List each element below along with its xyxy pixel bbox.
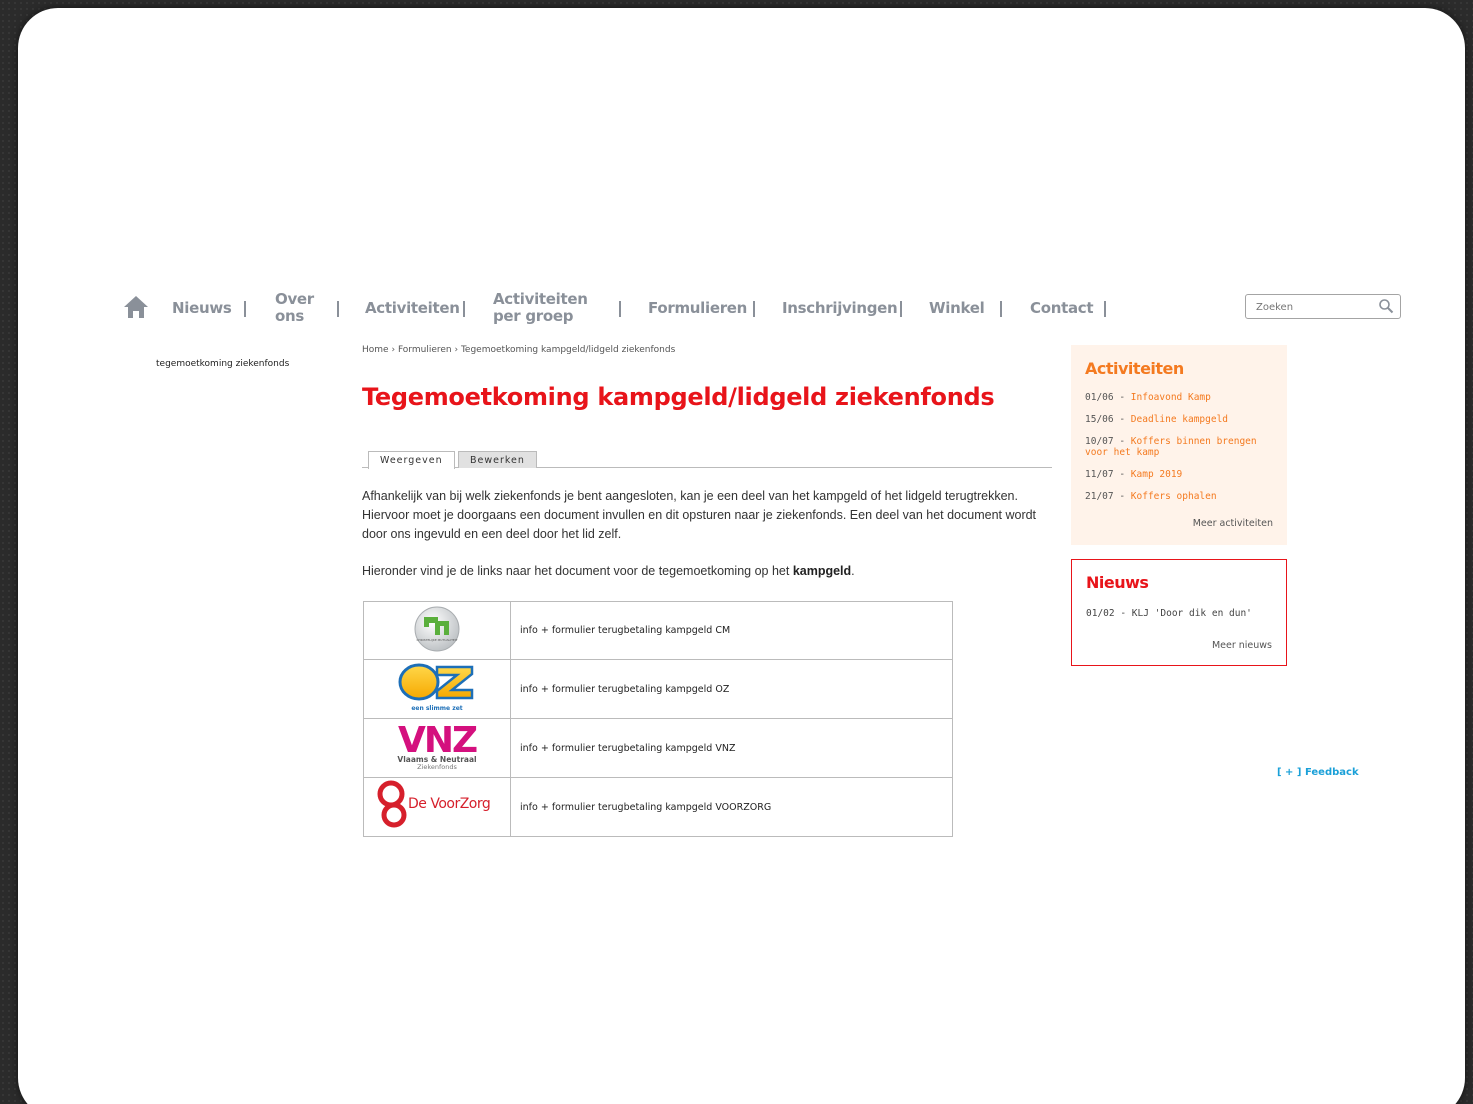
tab-bar: Weergeven Bewerken bbox=[362, 449, 1052, 469]
activities-list: 01/06 - Infoavond Kamp 15/06 - Deadline … bbox=[1085, 392, 1275, 513]
activity-date: 21/07 bbox=[1085, 491, 1114, 502]
voorzorg-logo-cell: De VoorZorg bbox=[363, 777, 511, 837]
nav-label: Activiteiten bbox=[493, 290, 588, 308]
cm-logo[interactable]: CHRISTELIJKE MUTUALITEIT bbox=[413, 605, 461, 653]
page-title: Tegemoetkoming kampgeld/lidgeld ziekenfo… bbox=[362, 383, 995, 411]
activity-item[interactable]: 21/07 - Koffers ophalen bbox=[1085, 491, 1275, 502]
activity-title: Kamp 2019 bbox=[1130, 469, 1183, 480]
activity-date: 11/07 bbox=[1085, 469, 1114, 480]
fund-link-cell: info + formulier terugbetaling kampgeld … bbox=[510, 718, 953, 778]
activity-date: 10/07 bbox=[1085, 436, 1114, 447]
nav-label: per groep bbox=[493, 307, 574, 325]
links-paragraph: Hieronder vind je de links naar het docu… bbox=[362, 562, 1052, 581]
nav-separator bbox=[619, 301, 621, 317]
nav-formulieren[interactable]: Formulieren bbox=[648, 286, 747, 330]
activity-date: 15/06 bbox=[1085, 414, 1114, 425]
cm-logo-cell: CHRISTELIJKE MUTUALITEIT bbox=[363, 601, 511, 660]
table-row: VNZ Vlaams & Neutraal Ziekenfonds info +… bbox=[363, 718, 953, 778]
activities-block: Activiteiten 01/06 - Infoavond Kamp 15/0… bbox=[1071, 345, 1287, 545]
news-item[interactable]: 01/02 - KLJ 'Door dik en dun' bbox=[1086, 608, 1252, 619]
search-input[interactable] bbox=[1256, 296, 1376, 319]
tab-bewerken[interactable]: Bewerken bbox=[458, 451, 537, 468]
tab-weergeven[interactable]: Weergeven bbox=[368, 451, 455, 469]
breadcrumb-formulieren[interactable]: Formulieren bbox=[398, 345, 452, 355]
activities-title: Activiteiten bbox=[1085, 359, 1184, 378]
news-block: Nieuws 01/02 - KLJ 'Door dik en dun' Mee… bbox=[1071, 559, 1287, 666]
oz-logo[interactable]: een slimme zet bbox=[397, 660, 477, 714]
page-body: Afhankelijk van bij welk ziekenfonds je … bbox=[362, 487, 1052, 599]
nav-activiteiten[interactable]: Activiteiten bbox=[365, 286, 460, 330]
vnz-logo[interactable]: VNZ Vlaams & Neutraal Ziekenfonds bbox=[388, 719, 486, 773]
breadcrumb-home[interactable]: Home bbox=[362, 345, 389, 355]
nav-separator bbox=[337, 301, 339, 317]
activity-item[interactable]: 01/06 - Infoavond Kamp bbox=[1085, 392, 1275, 403]
search-box bbox=[1245, 294, 1401, 319]
nav-separator bbox=[1000, 301, 1002, 317]
news-date: 01/02 bbox=[1086, 608, 1115, 619]
nav-activiteiten-per-groep[interactable]: Activiteiten per groep bbox=[493, 286, 588, 330]
news-title: Nieuws bbox=[1086, 573, 1149, 592]
activity-title: Deadline kampgeld bbox=[1130, 414, 1229, 425]
main-nav: Nieuws Over ons Activiteiten Activiteite… bbox=[122, 286, 1401, 330]
fund-link-vnz[interactable]: info + formulier terugbetaling kampgeld … bbox=[520, 743, 735, 754]
nav-separator bbox=[753, 301, 755, 317]
nav-label: Over bbox=[275, 290, 314, 308]
table-row: De VoorZorg info + formulier terugbetali… bbox=[363, 777, 953, 837]
more-activities-link[interactable]: Meer activiteiten bbox=[1193, 518, 1273, 529]
funds-table: CHRISTELIJKE MUTUALITEIT info + formulie… bbox=[363, 601, 953, 837]
links-paragraph-bold: kampgeld bbox=[792, 564, 852, 578]
feedback-link[interactable]: [ + ] Feedback bbox=[1277, 767, 1359, 778]
nav-label: ons bbox=[275, 307, 305, 325]
breadcrumb: Home › Formulieren › Tegemoetkoming kamp… bbox=[362, 345, 675, 355]
breadcrumb-separator: › bbox=[454, 345, 459, 355]
activity-item[interactable]: 11/07 - Kamp 2019 bbox=[1085, 469, 1275, 480]
nav-over-ons[interactable]: Over ons bbox=[275, 286, 314, 330]
oz-logo-cell: een slimme zet bbox=[363, 659, 511, 719]
activity-title: Koffers ophalen bbox=[1130, 491, 1217, 502]
table-row: CHRISTELIJKE MUTUALITEIT info + formulie… bbox=[363, 601, 953, 660]
home-icon[interactable] bbox=[122, 294, 150, 320]
voorzorg-logo[interactable]: De VoorZorg bbox=[372, 778, 502, 832]
links-paragraph-text: Hieronder vind je de links naar het docu… bbox=[362, 564, 793, 578]
news-item-title: KLJ 'Door dik en dun' bbox=[1131, 608, 1252, 619]
page-frame: Nieuws Over ons Activiteiten Activiteite… bbox=[18, 8, 1465, 1104]
nav-separator bbox=[900, 301, 902, 317]
nav-separator bbox=[1104, 301, 1106, 317]
nav-separator bbox=[244, 301, 246, 317]
left-menu-item-tegemoetkoming[interactable]: tegemoetkoming ziekenfonds bbox=[156, 359, 289, 369]
more-news-link[interactable]: Meer nieuws bbox=[1212, 640, 1272, 651]
voorzorg-logo-text: De VoorZorg bbox=[408, 796, 490, 812]
cm-logo-text: CHRISTELIJKE MUTUALITEIT bbox=[416, 638, 457, 642]
nav-separator bbox=[463, 301, 465, 317]
intro-paragraph: Afhankelijk van bij welk ziekenfonds je … bbox=[362, 489, 1037, 541]
table-row: een slimme zet info + formulier terugbet… bbox=[363, 659, 953, 719]
fund-link-voorzorg[interactable]: info + formulier terugbetaling kampgeld … bbox=[520, 802, 771, 813]
nav-nieuws[interactable]: Nieuws bbox=[172, 286, 232, 330]
breadcrumb-separator: › bbox=[391, 345, 396, 355]
nav-contact[interactable]: Contact bbox=[1030, 286, 1094, 330]
fund-link-cm[interactable]: info + formulier terugbetaling kampgeld … bbox=[520, 625, 730, 636]
fund-link-cell: info + formulier terugbetaling kampgeld … bbox=[510, 777, 953, 837]
fund-link-cell: info + formulier terugbetaling kampgeld … bbox=[510, 601, 953, 660]
search-icon[interactable] bbox=[1378, 298, 1394, 314]
links-paragraph-end: . bbox=[851, 564, 855, 578]
nav-winkel[interactable]: Winkel bbox=[929, 286, 985, 330]
activity-title: Infoavond Kamp bbox=[1130, 392, 1211, 403]
vnz-logo-subtext-2: Ziekenfonds bbox=[417, 763, 457, 771]
fund-link-cell: info + formulier terugbetaling kampgeld … bbox=[510, 659, 953, 719]
oz-logo-subtext: een slimme zet bbox=[411, 705, 462, 712]
activity-date: 01/06 bbox=[1085, 392, 1114, 403]
nav-inschrijvingen[interactable]: Inschrijvingen bbox=[782, 286, 898, 330]
activity-item[interactable]: 10/07 - Koffers binnen brengen voor het … bbox=[1085, 436, 1275, 458]
vnz-logo-cell: VNZ Vlaams & Neutraal Ziekenfonds bbox=[363, 718, 511, 778]
fund-link-oz[interactable]: info + formulier terugbetaling kampgeld … bbox=[520, 684, 729, 695]
breadcrumb-current[interactable]: Tegemoetkoming kampgeld/lidgeld ziekenfo… bbox=[461, 345, 675, 355]
activity-item[interactable]: 15/06 - Deadline kampgeld bbox=[1085, 414, 1275, 425]
